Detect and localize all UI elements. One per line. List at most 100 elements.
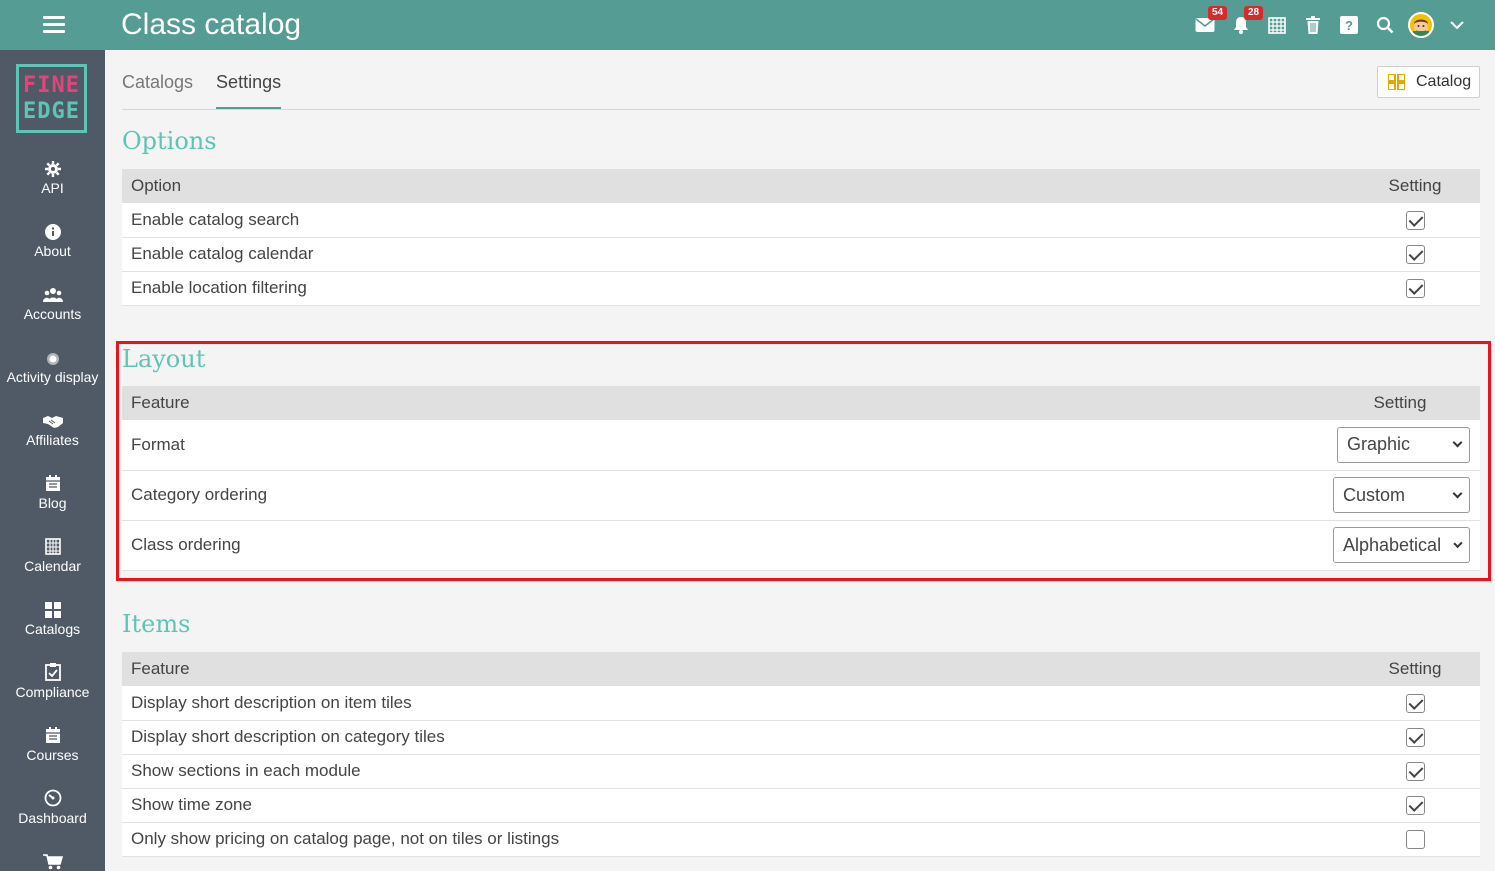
category-tile-description-checkbox[interactable]: [1405, 728, 1425, 747]
enable-catalog-calendar-checkbox[interactable]: [1405, 245, 1425, 264]
row-label: Show sections in each module: [122, 754, 1350, 789]
calendar-button[interactable]: [1259, 0, 1295, 50]
sidebar-item-blog[interactable]: Blog: [0, 470, 105, 530]
sidebar-item-label: About: [34, 243, 71, 259]
enable-location-filtering-checkbox[interactable]: [1405, 279, 1425, 298]
notifications-button[interactable]: 28: [1223, 0, 1264, 50]
row-label: Category ordering: [122, 470, 1320, 521]
sidebar-item-catalogs[interactable]: Catalogs: [0, 596, 105, 656]
sidebar-item-label: Dashboard: [18, 810, 87, 826]
row-label: Only show pricing on catalog page, not o…: [122, 822, 1350, 857]
sidebar-item-label: Blog: [38, 495, 67, 511]
row-label: Format: [122, 420, 1320, 471]
table-row: Category ordering Custom: [122, 470, 1480, 521]
column-header-feature: Feature: [122, 652, 1350, 686]
row-label: Display short description on item tiles: [122, 686, 1350, 721]
gear-icon: [44, 161, 61, 177]
handshake-icon: [42, 416, 63, 428]
tab-settings[interactable]: Settings: [216, 50, 282, 110]
row-label: Enable catalog search: [122, 203, 1350, 238]
table-header-row: Option Setting: [122, 169, 1480, 203]
sidebar-item-about[interactable]: About: [0, 218, 105, 278]
courses-icon: [45, 727, 60, 743]
table-header-row: Feature Setting: [122, 652, 1480, 686]
tab-catalogs[interactable]: Catalogs: [122, 50, 193, 110]
trash-icon: [1306, 16, 1320, 34]
sidebar-item-label: Calendar: [24, 558, 81, 574]
options-title: Options: [122, 127, 217, 155]
search-icon: [1376, 16, 1394, 34]
table-row: Display short description on category ti…: [122, 720, 1480, 755]
sidebar-item-compliance[interactable]: Compliance: [0, 659, 105, 719]
items-table: Feature Setting Display short descriptio…: [122, 652, 1480, 857]
user-avatar-button[interactable]: [1403, 0, 1439, 50]
help-button[interactable]: ?: [1331, 0, 1367, 50]
page-title: Class catalog: [121, 8, 302, 41]
format-select[interactable]: Graphic: [1337, 426, 1470, 463]
table-header-row: Feature Setting: [122, 386, 1480, 420]
sidebar-item-affiliates[interactable]: Affiliates: [0, 407, 105, 467]
logo[interactable]: FINE EDGE: [16, 64, 87, 133]
sidebar-item-activity-display[interactable]: Activity display: [0, 344, 105, 404]
catalog-button-label: Catalog: [1416, 73, 1472, 90]
category-ordering-select-value: Custom: [1343, 484, 1406, 505]
row-label: Display short description on category ti…: [122, 720, 1350, 755]
column-header-setting: Setting: [1350, 169, 1480, 203]
table-row: Only show pricing on catalog page, not o…: [122, 822, 1480, 857]
format-select-value: Graphic: [1347, 434, 1411, 455]
info-icon: [44, 224, 61, 240]
sidebar-item-calendar[interactable]: Calendar: [0, 533, 105, 593]
show-time-zone-checkbox[interactable]: [1405, 796, 1425, 815]
table-row: Enable location filtering: [122, 271, 1480, 306]
sidebar-item-api[interactable]: API: [0, 155, 105, 215]
chevron-down-icon: [1453, 538, 1463, 548]
search-button[interactable]: [1367, 0, 1403, 50]
trash-button[interactable]: [1295, 0, 1331, 50]
catalog-button[interactable]: Catalog: [1377, 66, 1480, 98]
sidebar-item-store[interactable]: [0, 848, 105, 871]
logo-line-2: EDGE: [23, 98, 80, 124]
table-row: Format Graphic: [122, 420, 1480, 471]
calendar-icon: [44, 538, 61, 555]
layout-title: Layout: [122, 345, 206, 373]
category-ordering-select[interactable]: Custom: [1333, 477, 1470, 513]
row-label: Enable location filtering: [122, 271, 1350, 306]
sidebar-item-label: Accounts: [23, 306, 82, 322]
top-toolbar: 54 28 ?: [1187, 0, 1475, 50]
table-row: Enable catalog search: [122, 203, 1480, 238]
class-ordering-select[interactable]: Alphabetical: [1333, 527, 1470, 563]
calendar-icon: [1268, 17, 1286, 34]
sidebar-item-dashboard[interactable]: Dashboard: [0, 785, 105, 845]
tab-divider: [122, 109, 1480, 110]
users-icon: [42, 288, 63, 302]
top-bar: Class catalog 54 28 ?: [0, 0, 1495, 50]
sidebar-item-label: Affiliates: [26, 432, 79, 448]
column-header-feature: Feature: [122, 386, 1320, 420]
menu-icon[interactable]: [43, 16, 65, 34]
dot-icon: [46, 353, 59, 365]
user-menu-toggle[interactable]: [1439, 0, 1475, 50]
blog-icon: [45, 475, 60, 491]
items-title: Items: [122, 610, 191, 638]
row-label: Enable catalog calendar: [122, 237, 1350, 272]
sidebar-item-accounts[interactable]: Accounts: [0, 281, 105, 341]
table-row: Enable catalog calendar: [122, 237, 1480, 272]
clipboard-icon: [44, 663, 61, 681]
chevron-down-icon: [1452, 437, 1463, 448]
chevron-down-icon: [1450, 21, 1464, 30]
sidebar-item-courses[interactable]: Courses: [0, 722, 105, 782]
dashboard-icon: [44, 789, 61, 807]
messages-button[interactable]: 54: [1187, 0, 1228, 50]
item-tile-description-checkbox[interactable]: [1405, 693, 1425, 713]
sidebar-item-label: Courses: [26, 747, 79, 763]
enable-catalog-search-checkbox[interactable]: [1405, 210, 1425, 230]
pricing-catalog-only-checkbox[interactable]: [1405, 830, 1425, 849]
column-header-setting: Setting: [1350, 652, 1480, 686]
table-row: Show sections in each module: [122, 754, 1480, 789]
logo-line-1: FINE: [23, 72, 80, 98]
table-row: Display short description on item tiles: [122, 686, 1480, 721]
show-sections-checkbox[interactable]: [1405, 762, 1425, 781]
sidebar-item-label: Compliance: [15, 684, 90, 700]
sidebar-item-label: Catalogs: [24, 621, 81, 637]
avatar: [1408, 12, 1434, 38]
